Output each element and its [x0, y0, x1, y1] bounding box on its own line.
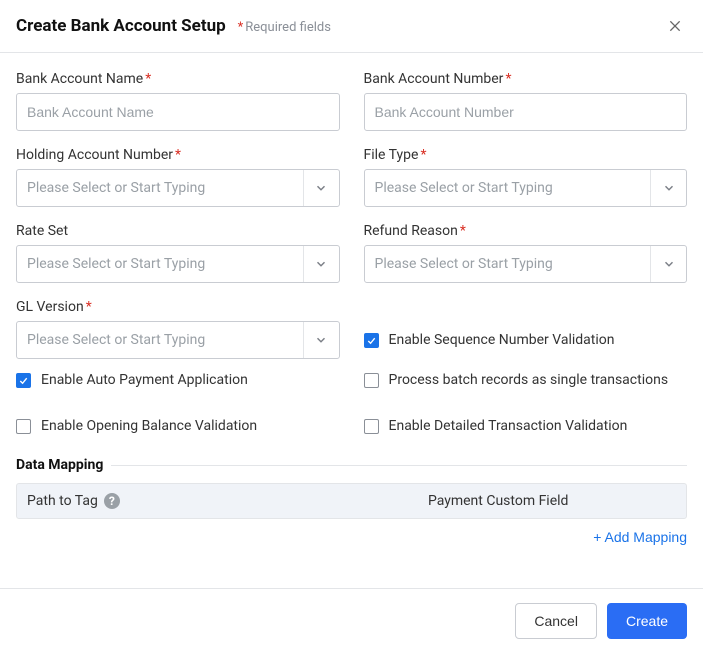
checkbox-label: Enable Sequence Number Validation [389, 332, 615, 348]
gl-version-select[interactable]: Please Select or Start Typing [16, 321, 340, 359]
modal-body: Bank Account Name* Bank Account Number* … [0, 53, 703, 555]
form-grid: Bank Account Name* Bank Account Number* … [16, 71, 687, 359]
checkbox-icon [364, 419, 379, 434]
field-file-type: File Type* Please Select or Start Typing [364, 147, 688, 207]
select-placeholder: Please Select or Start Typing [17, 256, 303, 272]
checkbox-icon [364, 333, 379, 348]
chevron-down-icon [303, 246, 339, 282]
required-asterisk: * [145, 71, 151, 87]
bank-account-name-input[interactable] [16, 93, 340, 131]
create-button[interactable]: Create [607, 603, 687, 639]
divider [111, 465, 687, 466]
required-asterisk: * [86, 299, 92, 315]
help-icon[interactable]: ? [104, 493, 120, 509]
select-placeholder: Please Select or Start Typing [365, 256, 651, 272]
section-data-mapping: Data Mapping [16, 457, 687, 473]
field-refund-reason: Refund Reason* Please Select or Start Ty… [364, 223, 688, 283]
close-button[interactable] [663, 14, 687, 38]
check-process-batch-single[interactable]: Process batch records as single transact… [364, 367, 688, 393]
check-enable-auto-payment[interactable]: Enable Auto Payment Application [16, 367, 340, 393]
label-holding-account-number: Holding Account Number* [16, 147, 340, 163]
modal-header: Create Bank Account Setup *Required fiel… [0, 0, 703, 53]
label-gl-version: GL Version* [16, 299, 340, 315]
select-placeholder: Please Select or Start Typing [17, 180, 303, 196]
required-asterisk: * [420, 147, 426, 163]
refund-reason-select[interactable]: Please Select or Start Typing [364, 245, 688, 283]
bank-account-number-input[interactable] [364, 93, 688, 131]
required-asterisk: * [175, 147, 181, 163]
holding-account-number-select[interactable]: Please Select or Start Typing [16, 169, 340, 207]
chevron-down-icon [303, 322, 339, 358]
rate-set-select[interactable]: Please Select or Start Typing [16, 245, 340, 283]
file-type-select[interactable]: Please Select or Start Typing [364, 169, 688, 207]
field-holding-account-number: Holding Account Number* Please Select or… [16, 147, 340, 207]
close-icon [667, 18, 683, 34]
asterisk-icon: * [238, 20, 244, 35]
required-fields-hint: *Required fields [238, 20, 331, 35]
chevron-down-icon [650, 170, 686, 206]
check-enable-detailed-tx[interactable]: Enable Detailed Transaction Validation [364, 413, 688, 439]
select-placeholder: Please Select or Start Typing [365, 180, 651, 196]
title-wrap: Create Bank Account Setup *Required fiel… [16, 16, 331, 36]
label-file-type: File Type* [364, 147, 688, 163]
label-bank-account-name: Bank Account Name* [16, 71, 340, 87]
field-bank-account-number: Bank Account Number* [364, 71, 688, 131]
check-enable-opening-balance[interactable]: Enable Opening Balance Validation [16, 413, 340, 439]
label-bank-account-number: Bank Account Number* [364, 71, 688, 87]
checkbox-label: Enable Opening Balance Validation [41, 418, 257, 434]
section-title: Data Mapping [16, 457, 103, 473]
required-asterisk: * [505, 71, 511, 87]
field-rate-set: Rate Set Please Select or Start Typing [16, 223, 340, 283]
modal-footer: Cancel Create [0, 588, 703, 653]
label-rate-set: Rate Set [16, 223, 340, 239]
select-placeholder: Please Select or Start Typing [17, 332, 303, 348]
page-title: Create Bank Account Setup [16, 16, 226, 36]
check-enable-sequence-validation[interactable]: Enable Sequence Number Validation [364, 327, 688, 353]
add-mapping-link[interactable]: + Add Mapping [593, 529, 687, 545]
checkbox-icon [16, 373, 31, 388]
add-mapping-row: + Add Mapping [16, 529, 687, 545]
chevron-down-icon [650, 246, 686, 282]
checkbox-icon [364, 373, 379, 388]
checkbox-label: Process batch records as single transact… [389, 372, 669, 388]
required-asterisk: * [460, 223, 466, 239]
data-mapping-table-header: Path to Tag ? Payment Custom Field [16, 483, 687, 519]
checks-grid: Enable Auto Payment Application Process … [16, 361, 687, 439]
checkbox-label: Enable Detailed Transaction Validation [389, 418, 628, 434]
chevron-down-icon [303, 170, 339, 206]
field-gl-version: GL Version* Please Select or Start Typin… [16, 299, 340, 359]
checkbox-label: Enable Auto Payment Application [41, 372, 248, 388]
label-refund-reason: Refund Reason* [364, 223, 688, 239]
cancel-button[interactable]: Cancel [515, 603, 597, 639]
field-bank-account-name: Bank Account Name* [16, 71, 340, 131]
col-path-to-tag: Path to Tag ? [27, 493, 384, 509]
col-payment-custom-field: Payment Custom Field [384, 493, 676, 509]
checkbox-icon [16, 419, 31, 434]
